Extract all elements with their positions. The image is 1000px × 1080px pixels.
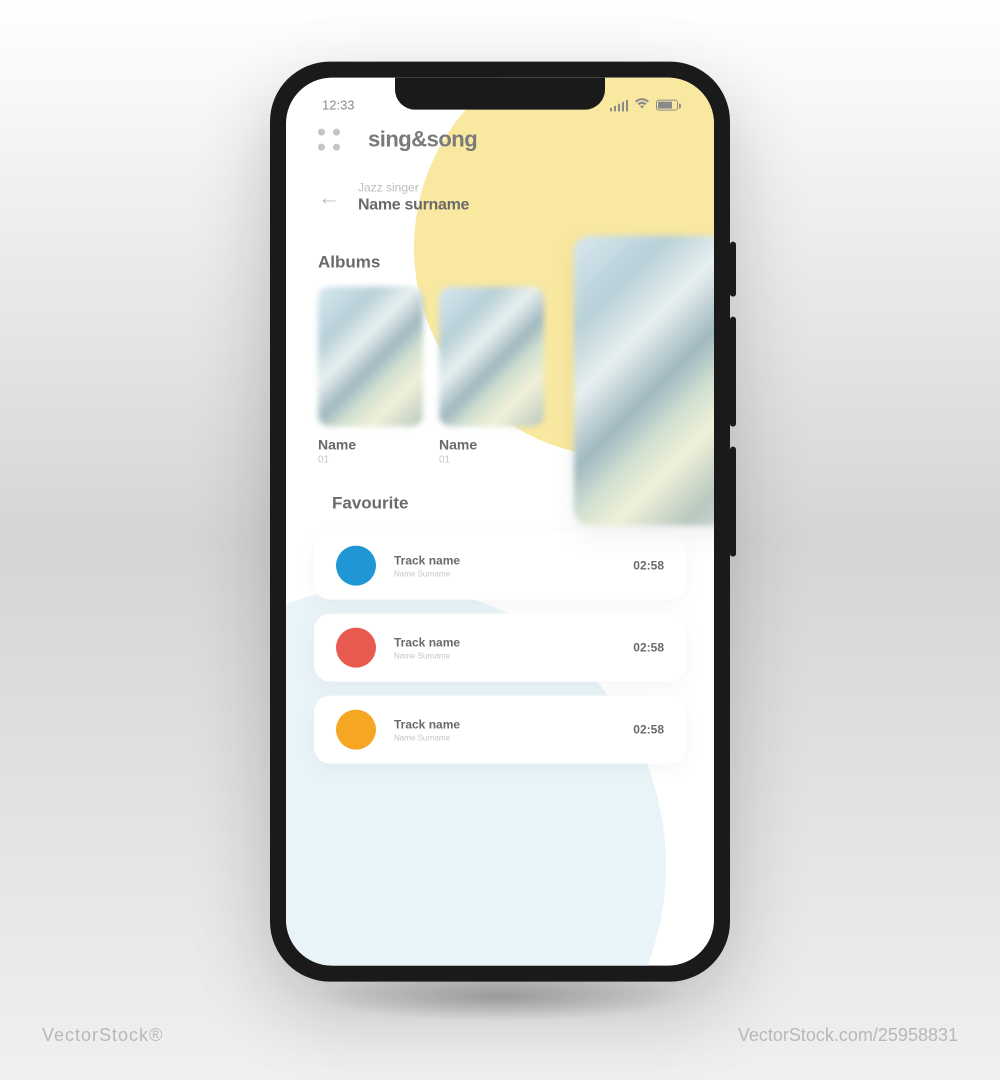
track-title: Track name xyxy=(394,635,615,649)
album-name: Name xyxy=(439,437,544,453)
watermark-brand: VectorStock® xyxy=(42,1025,163,1046)
notch xyxy=(395,78,605,110)
track-color-dot xyxy=(336,546,376,586)
track-color-dot xyxy=(336,710,376,750)
album-card[interactable]: Name 01 xyxy=(318,287,423,466)
track-title: Track name xyxy=(394,553,615,567)
album-cover xyxy=(439,287,544,427)
back-arrow-icon[interactable]: ← xyxy=(318,185,340,211)
album-number: 01 xyxy=(318,455,423,466)
track-color-dot xyxy=(336,628,376,668)
track-item[interactable]: Track name Name Surname 02:58 xyxy=(314,696,686,764)
track-title: Track name xyxy=(394,717,615,731)
app-title: sing&song xyxy=(368,127,477,153)
screen: 12:33 xyxy=(286,78,714,966)
track-artist: Name Surname xyxy=(394,733,615,742)
track-duration: 02:58 xyxy=(633,559,664,573)
hero-image[interactable] xyxy=(574,236,714,526)
track-item[interactable]: Track name Name Surname 02:58 xyxy=(314,532,686,600)
phone-frame: 12:33 xyxy=(270,62,730,982)
side-button xyxy=(730,242,736,297)
album-card[interactable]: Name 01 xyxy=(439,287,544,466)
album-name: Name xyxy=(318,437,423,453)
status-time: 12:33 xyxy=(322,98,355,113)
album-number: 01 xyxy=(439,455,544,466)
battery-icon xyxy=(656,100,678,111)
track-artist: Name Surname xyxy=(394,651,615,660)
artist-category: Jazz singer xyxy=(358,181,682,195)
side-button xyxy=(730,447,736,557)
wifi-icon xyxy=(634,98,650,113)
track-artist: Name Surname xyxy=(394,569,615,578)
album-cover xyxy=(318,287,423,427)
track-duration: 02:58 xyxy=(633,641,664,655)
track-item[interactable]: Track name Name Surname 02:58 xyxy=(314,614,686,682)
watermark-id: VectorStock.com/25958831 xyxy=(738,1025,958,1046)
artist-name: Name surname xyxy=(358,197,682,215)
signal-icon xyxy=(610,99,629,111)
menu-icon[interactable] xyxy=(318,129,340,151)
side-button xyxy=(730,317,736,427)
track-duration: 02:58 xyxy=(633,723,664,737)
